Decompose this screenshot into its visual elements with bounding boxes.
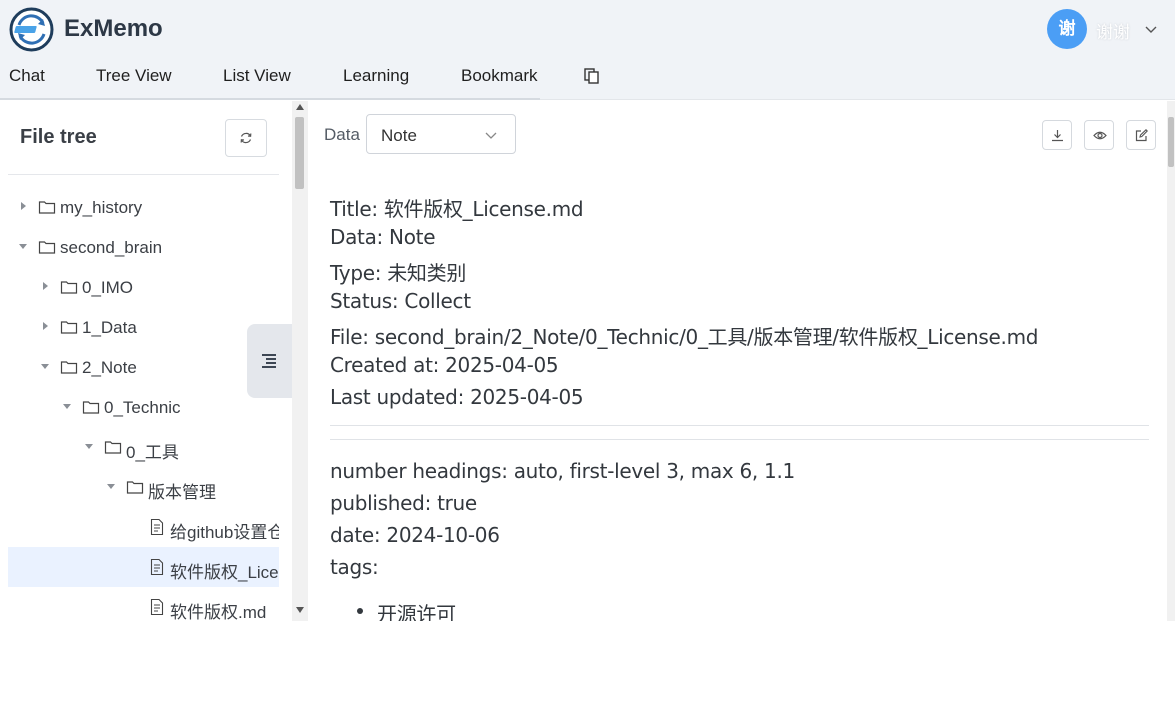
nav-tree-view[interactable]: Tree View <box>96 66 172 86</box>
tree-folder[interactable]: 1_Data <box>8 307 279 347</box>
edit-button[interactable] <box>1126 120 1156 150</box>
file-tree: my_history second_brain 0_IMO 1_Data 2_Note 0… <box>8 187 279 621</box>
data-type-select[interactable]: Note <box>366 114 516 154</box>
scroll-down-icon[interactable] <box>296 607 304 613</box>
tree-item-label: second_brain <box>60 238 163 257</box>
tree-item-label: my_history <box>60 198 143 217</box>
meta-created: Created at: 2025-04-05 <box>330 353 559 377</box>
file-text-icon <box>150 598 164 616</box>
divider <box>330 439 1149 440</box>
caret-down-icon[interactable] <box>40 361 50 371</box>
meta-title: Title: 软件版权_License.md <box>330 197 584 221</box>
folder-icon <box>126 481 144 494</box>
tree-folder[interactable]: my_history <box>8 187 279 227</box>
frontmatter-tags: tags: <box>330 555 379 579</box>
content-scrollbar[interactable] <box>1167 101 1175 621</box>
list-bullet <box>357 608 363 614</box>
file-text-icon <box>150 518 164 536</box>
folder-icon <box>104 441 122 454</box>
menu-fold-icon <box>262 354 276 368</box>
eye-icon <box>1093 131 1107 140</box>
tree-folder[interactable]: 2_Note <box>8 347 279 387</box>
caret-down-icon[interactable] <box>84 441 94 451</box>
caret-right-icon[interactable] <box>40 281 50 291</box>
user-menu[interactable]: 谢 谢谢 <box>1047 9 1167 49</box>
preview-button[interactable] <box>1084 120 1114 150</box>
nav-chat[interactable]: Chat <box>9 66 45 86</box>
nav-learning[interactable]: Learning <box>343 66 409 86</box>
chevron-down-icon <box>485 132 497 139</box>
nav-underline <box>0 98 540 100</box>
download-icon <box>1052 130 1063 142</box>
tree-item-label: 给github设置仓 <box>170 523 279 542</box>
tag-item: 开源许可 <box>377 602 456 621</box>
scrollbar-thumb[interactable] <box>1168 117 1174 167</box>
scrollbar-thumb[interactable] <box>295 117 304 189</box>
refresh-button[interactable] <box>225 119 267 157</box>
tree-item-label: 软件版权_License.md <box>170 563 279 582</box>
file-tree-title: File tree <box>20 126 97 148</box>
caret-right-icon[interactable] <box>18 201 28 211</box>
caret-down-icon[interactable] <box>18 241 28 251</box>
refresh-icon <box>240 132 252 144</box>
copy-icon[interactable] <box>583 67 601 85</box>
meta-type: Type: 未知类别 <box>330 261 467 285</box>
tree-file[interactable]: 给github设置仓 <box>8 507 279 547</box>
tree-scrollbar[interactable] <box>292 101 308 621</box>
tree-folder[interactable]: 0_IMO <box>8 267 279 307</box>
tree-folder[interactable]: 0_Technic <box>8 387 279 427</box>
download-button[interactable] <box>1042 120 1072 150</box>
file-text-icon <box>150 558 164 576</box>
folder-icon <box>82 401 100 414</box>
tree-item-label: 0_工具 <box>126 443 179 462</box>
folder-icon <box>60 281 78 294</box>
caret-down-icon[interactable] <box>62 401 72 411</box>
frontmatter-number-headings: number headings: auto, first-level 3, ma… <box>330 459 795 483</box>
caret-right-icon[interactable] <box>40 321 50 331</box>
sidebar-toggle-button[interactable] <box>247 324 292 398</box>
tree-file[interactable]: 软件版权.md <box>8 587 279 621</box>
scroll-up-icon[interactable] <box>296 104 304 110</box>
meta-updated: Last updated: 2025-04-05 <box>330 385 584 409</box>
meta-status: Status: Collect <box>330 289 471 313</box>
app-title: ExMemo <box>64 15 163 42</box>
folder-icon <box>60 361 78 374</box>
meta-data: Data: Note <box>330 225 436 249</box>
folder-icon <box>60 321 78 334</box>
divider <box>330 425 1149 426</box>
tree-item-label: 0_IMO <box>82 278 134 297</box>
app-header: ExMemo 谢 谢谢 <box>0 0 1175 100</box>
frontmatter-date: date: 2024-10-06 <box>330 523 500 547</box>
tree-folder[interactable]: 版本管理 <box>8 467 279 507</box>
divider <box>8 174 279 175</box>
nav-bookmark[interactable]: Bookmark <box>461 66 538 86</box>
content-panel: Data Note Title: 软件版权_License.md Data: N… <box>308 101 1167 621</box>
tree-item-label: 软件版权.md <box>170 603 267 621</box>
edit-icon <box>1135 129 1148 142</box>
meta-file: File: second_brain/2_Note/0_Technic/0_工具… <box>330 325 1039 349</box>
frontmatter-published: published: true <box>330 491 477 515</box>
tree-item-label: 2_Note <box>82 358 137 377</box>
logo-icon <box>9 7 54 52</box>
folder-icon <box>38 241 56 254</box>
tree-item-label: 版本管理 <box>148 483 216 502</box>
tree-folder[interactable]: second_brain <box>8 227 279 267</box>
chevron-down-icon[interactable] <box>1144 22 1158 36</box>
data-label: Data <box>324 125 360 144</box>
caret-down-icon[interactable] <box>106 481 116 491</box>
avatar[interactable]: 谢 <box>1047 9 1087 49</box>
folder-icon <box>38 201 56 214</box>
data-type-value: Note <box>381 126 417 145</box>
tree-folder[interactable]: 0_工具 <box>8 427 279 467</box>
tree-item-label: 0_Technic <box>104 398 181 417</box>
tree-item-label: 1_Data <box>82 318 137 337</box>
username[interactable]: 谢谢 <box>1096 18 1130 43</box>
nav-list-view[interactable]: List View <box>223 66 291 86</box>
tree-file[interactable]: 软件版权_License.md <box>8 547 279 587</box>
